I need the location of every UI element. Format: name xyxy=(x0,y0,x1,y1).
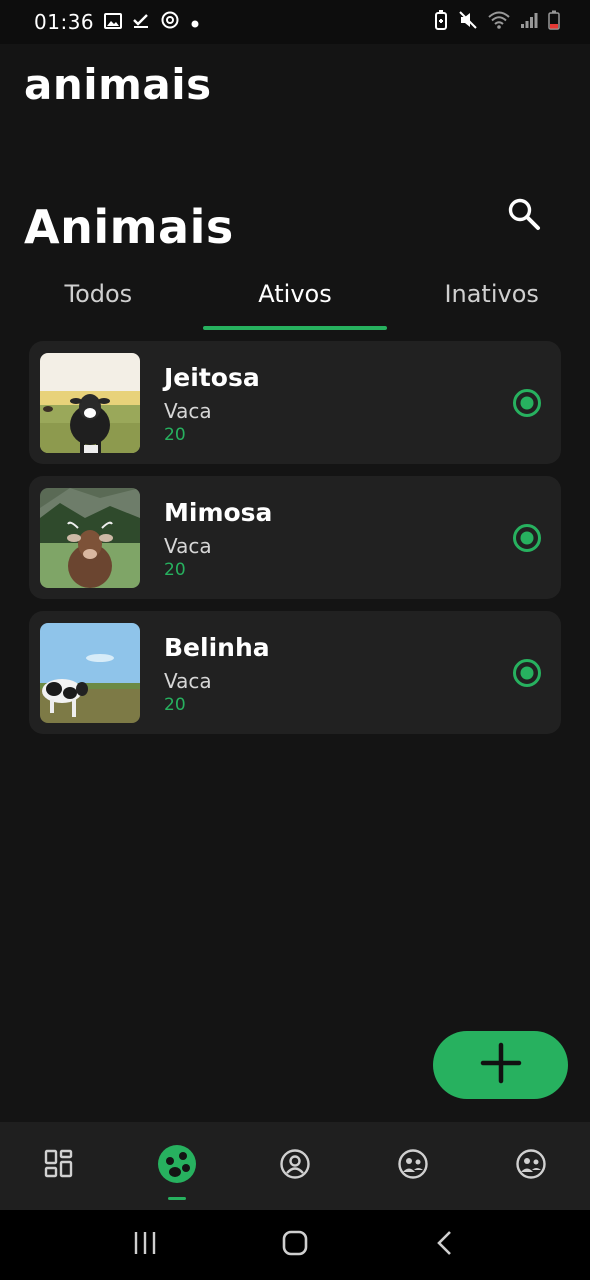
animal-photo xyxy=(40,488,140,588)
animal-name: Belinha xyxy=(164,633,270,662)
animal-species: Vaca xyxy=(164,534,212,558)
animal-age: 20 xyxy=(164,425,186,445)
recent-apps-button[interactable] xyxy=(115,1215,175,1275)
image-icon xyxy=(104,10,123,34)
active-status-radio[interactable] xyxy=(512,658,542,688)
home-button[interactable] xyxy=(265,1215,325,1275)
page-title: Animais xyxy=(24,200,234,254)
dashboard-icon xyxy=(44,1149,74,1183)
tab-label: Inativos xyxy=(444,280,539,308)
tab-todos[interactable]: Todos xyxy=(0,270,197,330)
back-button[interactable] xyxy=(415,1215,475,1275)
animal-photo xyxy=(40,353,140,453)
nav-group-alt[interactable] xyxy=(472,1122,590,1210)
animal-card[interactable]: Jeitosa Vaca 20 xyxy=(29,341,561,464)
search-button[interactable] xyxy=(500,192,548,240)
search-icon xyxy=(507,197,541,235)
animal-list: Jeitosa Vaca 20 Mimosa Vaca 20 Belinha V… xyxy=(29,341,561,746)
app-title: animais xyxy=(24,60,212,109)
animal-age: 20 xyxy=(164,560,186,580)
profile-icon xyxy=(279,1148,311,1184)
back-icon xyxy=(433,1229,457,1261)
check-icon xyxy=(132,10,150,34)
battery-saver-icon xyxy=(434,9,448,35)
signal-icon xyxy=(520,10,538,34)
status-bar: 01:36 xyxy=(0,0,590,44)
dot-icon xyxy=(190,10,200,34)
tab-inativos[interactable]: Inativos xyxy=(393,270,590,330)
plus-icon xyxy=(480,1042,522,1088)
group-icon xyxy=(397,1148,429,1184)
mute-icon xyxy=(458,10,478,35)
active-status-radio[interactable] xyxy=(512,523,542,553)
home-icon xyxy=(281,1229,309,1261)
recent-apps-icon xyxy=(132,1230,158,1260)
tab-label: Todos xyxy=(64,280,133,308)
tab-label: Ativos xyxy=(258,280,332,308)
nav-animals[interactable] xyxy=(118,1122,236,1210)
status-bar-right xyxy=(434,9,560,35)
animal-species: Vaca xyxy=(164,399,212,423)
animal-age: 20 xyxy=(164,695,186,715)
active-status-radio[interactable] xyxy=(512,388,542,418)
animal-species: Vaca xyxy=(164,669,212,693)
sync-icon xyxy=(160,10,180,35)
bottom-navigation xyxy=(0,1122,590,1210)
animals-icon xyxy=(157,1144,197,1188)
nav-profile[interactable] xyxy=(236,1122,354,1210)
animal-photo xyxy=(40,623,140,723)
animal-name: Mimosa xyxy=(164,498,273,527)
system-navigation-bar xyxy=(0,1210,590,1280)
tab-ativos[interactable]: Ativos xyxy=(197,270,394,330)
status-bar-left: 01:36 xyxy=(34,10,200,35)
animal-name: Jeitosa xyxy=(164,363,260,392)
add-animal-button[interactable] xyxy=(433,1031,568,1099)
nav-group[interactable] xyxy=(354,1122,472,1210)
filter-tabs: Todos Ativos Inativos xyxy=(0,270,590,330)
animal-card[interactable]: Mimosa Vaca 20 xyxy=(29,476,561,599)
nav-dashboard[interactable] xyxy=(0,1122,118,1210)
active-nav-indicator xyxy=(168,1197,186,1200)
battery-icon xyxy=(548,10,560,35)
animal-card[interactable]: Belinha Vaca 20 xyxy=(29,611,561,734)
group-alt-icon xyxy=(515,1148,547,1184)
wifi-icon xyxy=(488,10,510,34)
status-time: 01:36 xyxy=(34,10,95,34)
